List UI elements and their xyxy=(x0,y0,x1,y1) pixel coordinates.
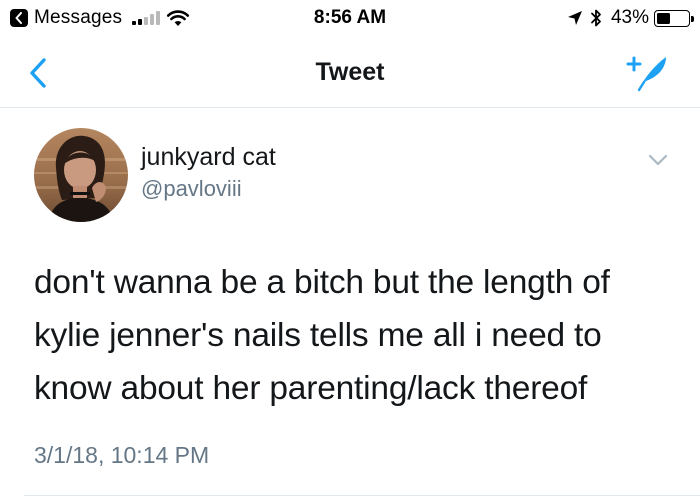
display-name[interactable]: junkyard cat xyxy=(141,143,276,172)
tweet-text: don't wanna be a bitch but the length of… xyxy=(34,264,610,407)
tweet-timestamp: 3/1/18, 10:14 PM xyxy=(34,442,210,468)
user-handle[interactable]: @pavloviii xyxy=(141,176,242,202)
tweet-detail-screen: Messages 8:56 AM 43% Tweet junkyard cat … xyxy=(0,0,700,504)
battery-fill xyxy=(657,12,670,24)
chevron-down-icon xyxy=(648,154,668,166)
battery-icon xyxy=(654,9,694,27)
compose-tweet-button[interactable] xyxy=(624,52,670,94)
nav-bar: Tweet xyxy=(0,38,700,108)
compose-tweet-icon xyxy=(626,56,666,92)
status-bar: Messages 8:56 AM 43% xyxy=(0,0,700,38)
divider xyxy=(24,495,700,496)
battery-nub xyxy=(691,15,694,22)
tweet-menu-button[interactable] xyxy=(644,150,672,170)
page-title: Tweet xyxy=(315,58,385,86)
battery-percent: 43% xyxy=(610,7,649,28)
bluetooth-icon xyxy=(591,9,601,27)
avatar[interactable] xyxy=(34,128,128,222)
profile-photo xyxy=(34,128,128,222)
status-right: 43% xyxy=(567,7,694,29)
location-arrow-icon xyxy=(567,11,582,25)
